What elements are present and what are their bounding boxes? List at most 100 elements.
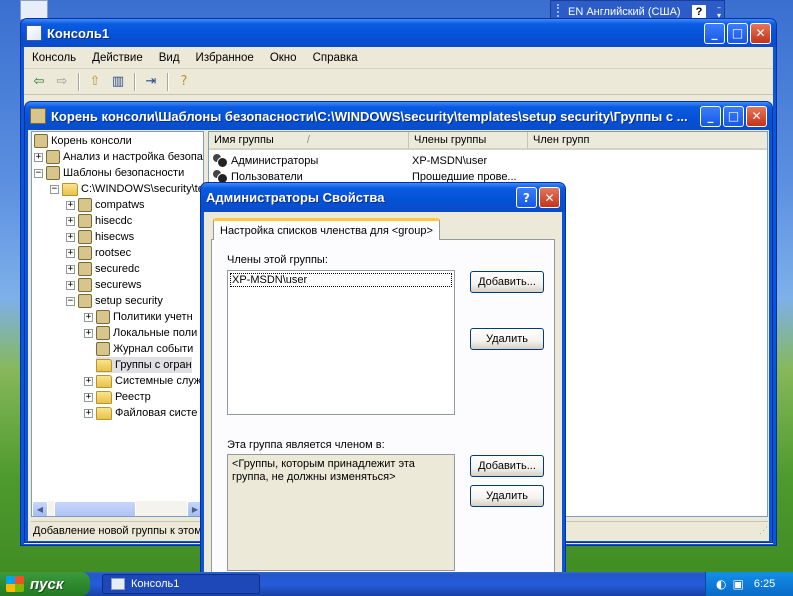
add-member-button[interactable]: Добавить... bbox=[470, 271, 544, 293]
toolbar-separator-2 bbox=[134, 72, 136, 91]
menu-action[interactable]: Действие bbox=[84, 52, 151, 64]
child-title-bar[interactable]: Корень консоли\Шаблоны безопасности\C:\W… bbox=[25, 102, 772, 130]
tree-node-event-log[interactable]: Журнал событи bbox=[96, 341, 193, 357]
menu-help[interactable]: Справка bbox=[305, 52, 366, 64]
back-arrow-icon[interactable]: ⇦ bbox=[28, 72, 50, 92]
expand-icon[interactable]: + bbox=[84, 376, 93, 386]
help-button[interactable]: ? bbox=[516, 187, 537, 208]
help-icon[interactable]: ? bbox=[692, 5, 706, 19]
close-button[interactable]: ✕ bbox=[750, 22, 771, 44]
menu-console[interactable]: Консоль bbox=[24, 52, 84, 64]
scroll-thumb[interactable] bbox=[54, 501, 136, 516]
tree-label: C:\WINDOWS\security\te bbox=[81, 183, 204, 195]
table-row[interactable]: Администраторы XP-MSDN\user bbox=[209, 153, 487, 169]
dialog-close-button[interactable]: ✕ bbox=[539, 187, 560, 208]
tree-node-hisecdc[interactable]: + hisecdc bbox=[66, 213, 132, 229]
tree-node-account-policies[interactable]: + Политики учетн bbox=[84, 309, 193, 325]
tree-node-file-system[interactable]: + Файловая систе bbox=[84, 405, 197, 421]
task-label: Консоль1 bbox=[131, 578, 180, 590]
tree-node-registry[interactable]: + Реестр bbox=[84, 389, 151, 405]
menu-favorites[interactable]: Избранное bbox=[188, 52, 262, 64]
remove-member-of-button[interactable]: Удалить bbox=[470, 485, 544, 507]
tree-label: Шаблоны безопасности bbox=[63, 167, 185, 179]
template-icon bbox=[78, 278, 92, 292]
console-title-bar[interactable]: Консоль1 _ □ ✕ bbox=[21, 19, 776, 47]
policy-icon bbox=[96, 342, 110, 356]
tree-label: Файловая систе bbox=[115, 407, 198, 419]
minimize-button[interactable]: _ bbox=[704, 22, 725, 44]
tab-membership[interactable]: Настройка списков членства для <group> bbox=[213, 218, 440, 240]
start-label: пуск bbox=[30, 575, 64, 593]
collapse-icon[interactable]: − bbox=[66, 296, 75, 306]
language-label[interactable]: EN Английский (США) bbox=[568, 6, 692, 18]
child-maximize-button[interactable]: □ bbox=[723, 105, 744, 127]
remove-member-button[interactable]: Удалить bbox=[470, 328, 544, 350]
child-minimize-button[interactable]: _ bbox=[700, 105, 721, 127]
tree-node-root[interactable]: Корень консоли bbox=[34, 133, 132, 149]
show-tree-icon[interactable]: ▥ bbox=[107, 72, 129, 92]
expand-icon[interactable]: + bbox=[66, 280, 75, 290]
expand-icon[interactable]: + bbox=[66, 200, 75, 210]
column-header-members[interactable]: Члены группы bbox=[409, 132, 528, 150]
clock[interactable]: 6:25 bbox=[754, 578, 775, 590]
collapse-icon[interactable]: − bbox=[34, 168, 43, 178]
expand-icon[interactable]: + bbox=[66, 216, 75, 226]
child-close-button[interactable]: ✕ bbox=[746, 105, 767, 127]
tree-horizontal-scrollbar[interactable]: ◀ ▶ bbox=[32, 500, 203, 516]
column-header-member-of[interactable]: Член групп bbox=[528, 132, 767, 150]
tree-node-system-services[interactable]: + Системные служ bbox=[84, 373, 201, 389]
column-header-group-name[interactable]: Имя группы / bbox=[209, 132, 409, 150]
members-list[interactable]: XP-MSDN\user bbox=[227, 270, 455, 415]
expand-icon[interactable]: + bbox=[66, 232, 75, 242]
policy-icon bbox=[96, 326, 110, 340]
tree-node-templates[interactable]: − Шаблоны безопасности bbox=[34, 165, 184, 181]
expand-icon[interactable]: + bbox=[66, 248, 75, 258]
tray-speaker-icon[interactable]: ◐ bbox=[716, 577, 726, 591]
collapse-icon[interactable]: − bbox=[50, 184, 59, 194]
dialog-title-bar[interactable]: Администраторы Свойства ? ✕ bbox=[201, 183, 565, 212]
tree-node-restricted-groups[interactable]: Группы с огран bbox=[96, 357, 192, 373]
taskbar-item-console[interactable]: Консоль1 bbox=[102, 574, 260, 594]
console-tree[interactable]: Корень консоли + Анализ и настройка безо… bbox=[31, 131, 204, 517]
expand-icon[interactable]: + bbox=[84, 312, 93, 322]
maximize-button[interactable]: □ bbox=[727, 22, 748, 44]
tree-node-setup-security[interactable]: − setup security bbox=[66, 293, 163, 309]
expand-icon[interactable]: + bbox=[84, 328, 93, 338]
desktop-icon[interactable] bbox=[20, 0, 48, 20]
member-of-note: <Группы, которым принадлежит эта группа,… bbox=[232, 458, 415, 483]
tray-network-icon[interactable]: ▣ bbox=[732, 577, 743, 591]
expand-icon[interactable]: + bbox=[66, 264, 75, 274]
start-button[interactable]: пуск bbox=[0, 572, 90, 596]
tree-root-icon bbox=[30, 108, 46, 124]
menu-window[interactable]: Окно bbox=[262, 52, 305, 64]
button-label: Удалить bbox=[486, 490, 528, 502]
tree-node-templates-path[interactable]: − C:\WINDOWS\security\te bbox=[50, 181, 204, 197]
up-folder-icon[interactable]: ⇧ bbox=[84, 72, 106, 92]
template-icon bbox=[78, 198, 92, 212]
status-text: Добавление новой группы к этом bbox=[31, 524, 204, 537]
taskbar: пуск Консоль1 ◐ ▣ 6:25 bbox=[0, 572, 793, 596]
list-item[interactable]: XP-MSDN\user bbox=[230, 273, 452, 287]
tree-node-securedc[interactable]: + securedc bbox=[66, 261, 140, 277]
tree-node-rootsec[interactable]: + rootsec bbox=[66, 245, 131, 261]
tree-node-local-policies[interactable]: + Локальные поли bbox=[84, 325, 197, 341]
forward-arrow-icon[interactable]: ⇨ bbox=[51, 72, 73, 92]
tab-panel: Члены этой группы: XP-MSDN\user Добавить… bbox=[211, 239, 555, 579]
folder-icon bbox=[96, 406, 112, 420]
export-list-icon[interactable]: ⇥ bbox=[140, 72, 162, 92]
expand-icon[interactable]: + bbox=[84, 392, 93, 402]
scroll-left-icon[interactable]: ◀ bbox=[32, 501, 48, 516]
expand-icon[interactable]: + bbox=[34, 152, 43, 162]
help-topics-icon[interactable]: ? bbox=[173, 72, 195, 92]
menu-view[interactable]: Вид bbox=[151, 52, 188, 64]
member-of-list[interactable]: <Группы, которым принадлежит эта группа,… bbox=[227, 454, 455, 571]
expand-icon[interactable]: + bbox=[84, 408, 93, 418]
console-title: Консоль1 bbox=[47, 25, 110, 41]
tree-node-analysis[interactable]: + Анализ и настройка безопа bbox=[34, 149, 203, 165]
size-grip-icon[interactable]: ⋰ bbox=[759, 525, 768, 536]
add-member-of-button[interactable]: Добавить... bbox=[470, 455, 544, 477]
tree-node-compatws[interactable]: + compatws bbox=[66, 197, 145, 213]
tree-node-securews[interactable]: + securews bbox=[66, 277, 141, 293]
system-tray: ◐ ▣ 6:25 bbox=[705, 572, 793, 596]
tree-node-hisecws[interactable]: + hisecws bbox=[66, 229, 134, 245]
